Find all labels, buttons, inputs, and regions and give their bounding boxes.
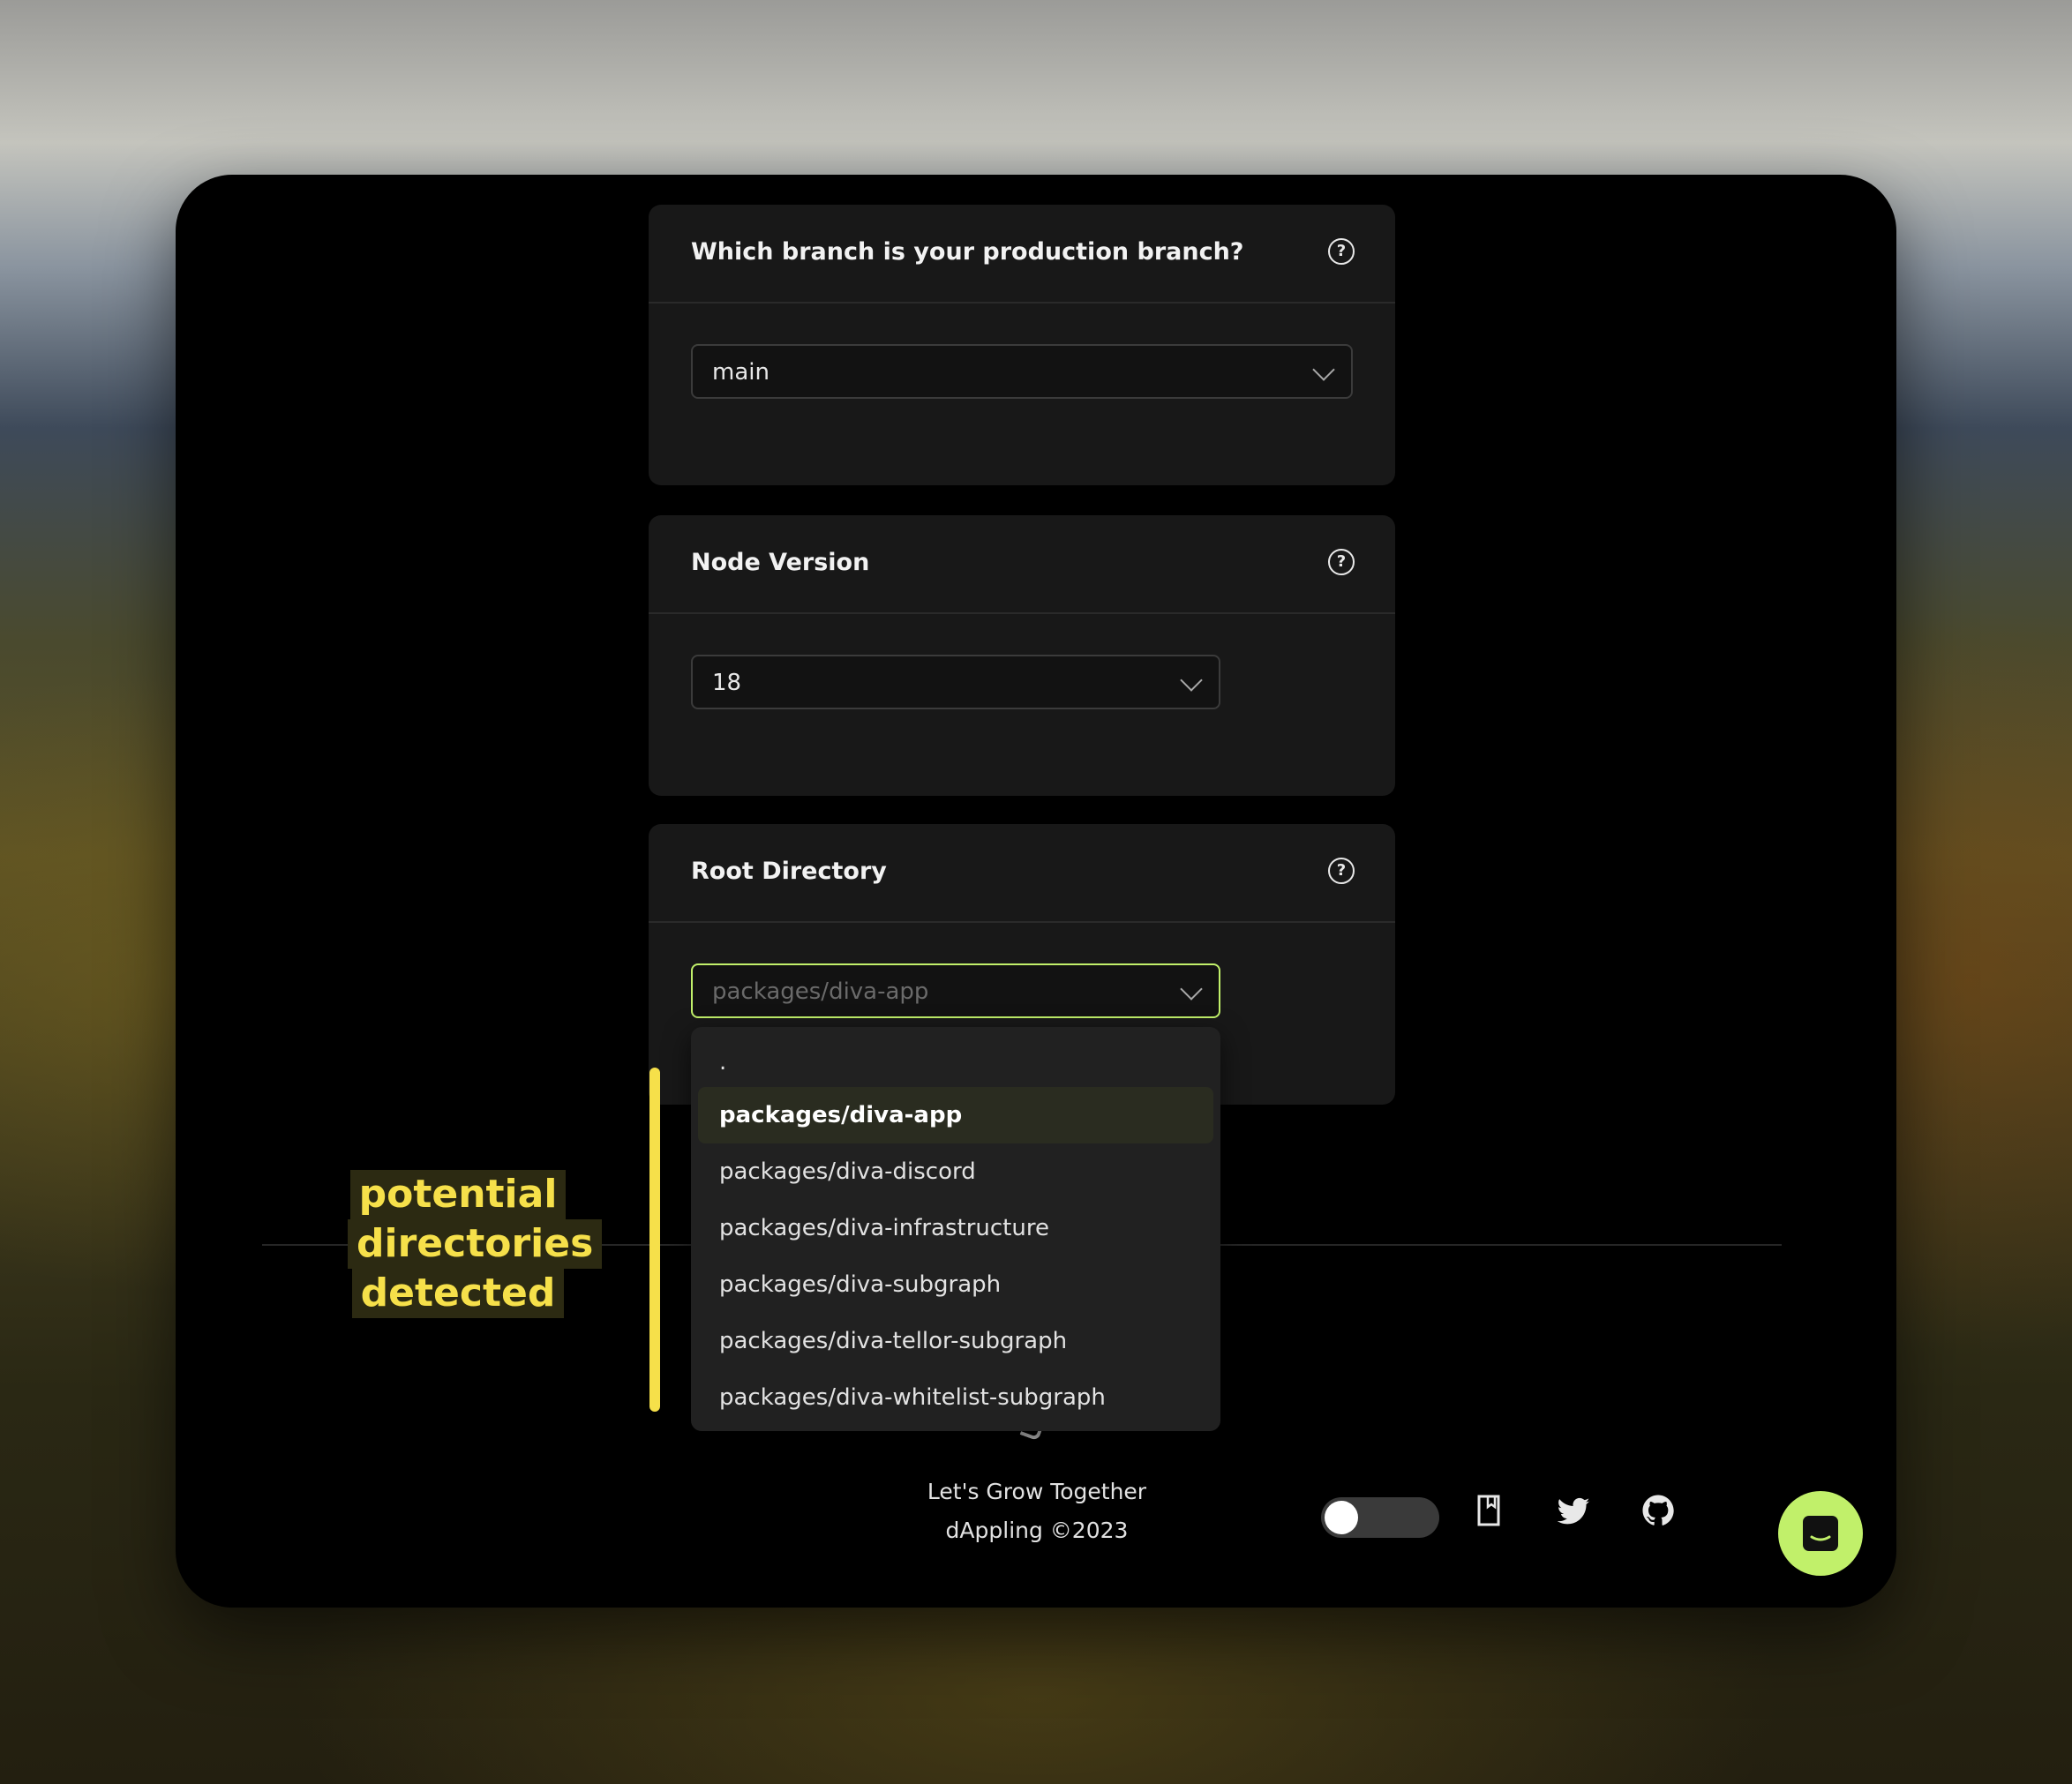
branch-select[interactable]: main <box>691 344 1353 399</box>
dropdown-option[interactable]: . <box>698 1034 1213 1091</box>
dropdown-option[interactable]: packages/diva-infrastructure <box>698 1200 1213 1256</box>
dropdown-option[interactable]: packages/diva-discord <box>698 1143 1213 1200</box>
annotation-line: directories <box>348 1219 603 1269</box>
root-directory-placeholder: packages/diva-app <box>712 978 929 1005</box>
chevron-down-icon <box>1180 978 1203 1001</box>
dropdown-option[interactable]: packages/diva-subgraph <box>698 1256 1213 1313</box>
chevron-down-icon <box>1180 669 1203 692</box>
dropdown-option[interactable]: packages/diva-whitelist-subgraph <box>698 1369 1213 1426</box>
app-window: Which branch is your production branch? … <box>176 175 1896 1608</box>
theme-toggle[interactable] <box>1321 1497 1439 1538</box>
annotation-line: potential <box>349 1170 567 1219</box>
card-title: Root Directory <box>691 858 887 885</box>
root-directory-dropdown: . packages/diva-app packages/diva-discor… <box>691 1027 1220 1431</box>
node-version-select[interactable]: 18 <box>691 655 1220 709</box>
dropdown-option-selected[interactable]: packages/diva-app <box>698 1087 1213 1143</box>
help-icon[interactable]: ? <box>1328 858 1355 884</box>
node-version-card: Node Version ? 18 <box>649 515 1395 796</box>
github-icon[interactable] <box>1640 1493 1676 1528</box>
chat-button[interactable] <box>1778 1491 1863 1576</box>
root-directory-select[interactable]: packages/diva-app <box>691 963 1220 1018</box>
twitter-icon[interactable] <box>1556 1493 1591 1528</box>
card-header: Which branch is your production branch? … <box>649 205 1395 304</box>
card-header: Root Directory ? <box>649 824 1395 923</box>
toggle-knob <box>1325 1501 1358 1534</box>
docs-icon[interactable] <box>1471 1493 1506 1528</box>
dropdown-option[interactable]: packages/diva-tellor-subgraph <box>698 1313 1213 1369</box>
annotation-label: potential directories detected <box>348 1170 603 1318</box>
production-branch-card: Which branch is your production branch? … <box>649 205 1395 485</box>
annotation-bar <box>649 1068 660 1412</box>
help-icon[interactable]: ? <box>1328 549 1355 575</box>
card-title: Node Version <box>691 549 870 576</box>
footer-copyright: dAppling ©2023 <box>945 1518 1129 1543</box>
chevron-down-icon <box>1312 358 1335 381</box>
branch-select-value: main <box>712 359 769 386</box>
help-icon[interactable]: ? <box>1328 238 1355 265</box>
chat-icon <box>1803 1516 1838 1551</box>
node-version-value: 18 <box>712 670 742 696</box>
annotation-line: detected <box>351 1269 565 1318</box>
card-title: Which branch is your production branch? <box>691 238 1244 266</box>
footer-tagline: Let's Grow Together <box>927 1479 1147 1504</box>
card-header: Node Version ? <box>649 515 1395 614</box>
